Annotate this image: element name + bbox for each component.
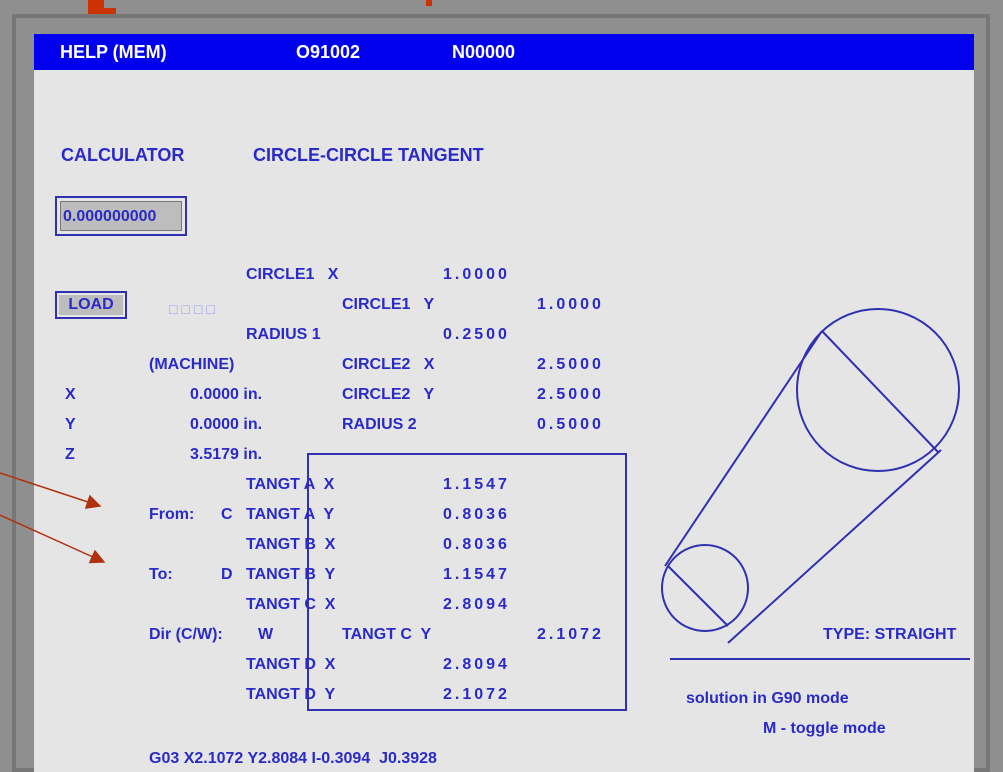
arrow-from-icon [0, 472, 102, 509]
arrow-to-icon [0, 514, 106, 564]
callout-arrows [0, 472, 106, 564]
